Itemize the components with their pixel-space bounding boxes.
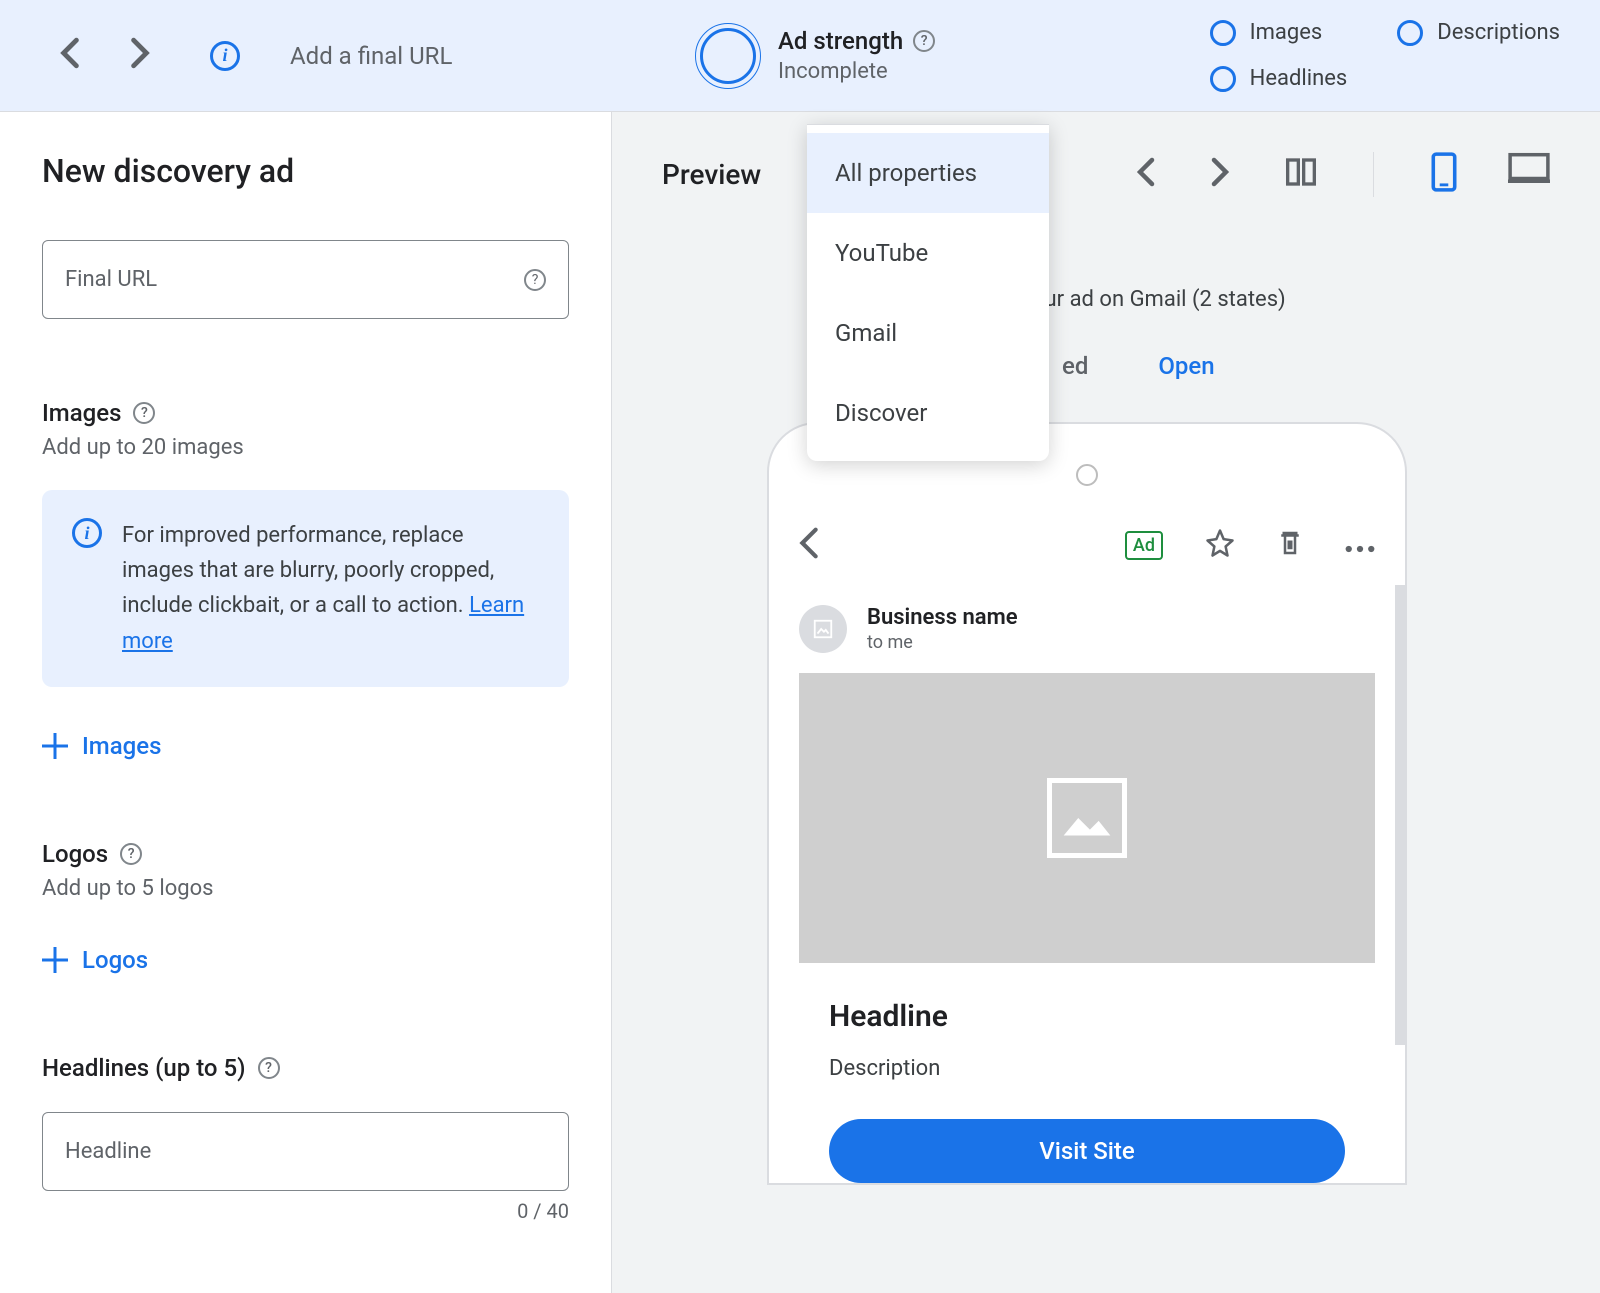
radio-icon	[1397, 20, 1423, 46]
radio-icon	[1210, 66, 1236, 92]
ad-strength-label: Ad strength ?	[778, 27, 935, 55]
ad-strength-checks: Images Descriptions Headlines	[1210, 20, 1560, 92]
preview-state-tabs: ed Open	[1062, 352, 1215, 380]
ad-hero-image-placeholder	[799, 673, 1375, 963]
help-icon[interactable]: ?	[120, 843, 142, 865]
check-images[interactable]: Images	[1210, 20, 1348, 46]
headlines-section-title: Headlines (up to 5)	[42, 1054, 246, 1082]
nav-forward-icon[interactable]	[130, 37, 150, 74]
check-images-label: Images	[1250, 20, 1323, 45]
sender-row: Business name to me	[799, 585, 1375, 673]
sender-name: Business name	[867, 605, 1018, 630]
add-images-label: Images	[82, 732, 161, 760]
check-headlines[interactable]: Headlines	[1210, 66, 1348, 92]
ad-strength-meter-icon	[700, 28, 756, 84]
dropdown-item-discover[interactable]: Discover	[807, 373, 1049, 453]
compare-view-icon[interactable]	[1285, 156, 1317, 193]
logos-section-title: Logos	[42, 840, 108, 868]
page-title: New discovery ad	[42, 152, 569, 190]
mobile-device-icon[interactable]	[1430, 152, 1458, 197]
tab-collapsed-partial[interactable]: ed	[1062, 352, 1088, 380]
dropdown-item-gmail[interactable]: Gmail	[807, 293, 1049, 373]
headline-char-count: 0 / 40	[42, 1199, 569, 1223]
check-descriptions-label: Descriptions	[1437, 20, 1560, 45]
help-icon[interactable]: ?	[913, 30, 935, 52]
logos-section: Logos ? Add up to 5 logos Logos	[42, 840, 569, 974]
image-placeholder-icon	[1047, 778, 1127, 858]
star-icon[interactable]	[1205, 528, 1235, 563]
images-info-box: i For improved performance, replace imag…	[42, 490, 569, 687]
headline-input[interactable]: Headline	[42, 1112, 569, 1191]
preview-context-text: our ad on Gmail (2 states)	[1032, 287, 1286, 312]
ad-description: Description	[829, 1056, 1345, 1081]
sender-avatar-icon	[799, 605, 847, 653]
email-back-icon[interactable]	[799, 526, 819, 565]
preview-panel: Preview	[612, 112, 1600, 1293]
headlines-section: Headlines (up to 5) ? Headline 0 / 40	[42, 1054, 569, 1223]
tab-open[interactable]: Open	[1158, 352, 1214, 380]
logos-section-sub: Add up to 5 logos	[42, 876, 569, 901]
preview-next-icon[interactable]	[1211, 157, 1229, 192]
ad-badge: Ad	[1125, 531, 1163, 560]
preview-prev-icon[interactable]	[1137, 157, 1155, 192]
ad-strength-block: Ad strength ? Incomplete	[700, 27, 935, 84]
images-section-sub: Add up to 20 images	[42, 435, 569, 460]
plus-icon	[42, 733, 68, 759]
headline-placeholder: Headline	[65, 1139, 151, 1164]
nav-arrows	[60, 37, 150, 74]
phone-mockup: Ad	[767, 422, 1407, 1185]
email-scrollbar[interactable]	[1395, 585, 1405, 1045]
phone-speaker-icon	[1076, 464, 1098, 486]
help-icon[interactable]: ?	[258, 1057, 280, 1079]
images-info-text: For improved performance, replace images…	[122, 523, 494, 618]
ad-strength-label-text: Ad strength	[778, 27, 903, 55]
plus-icon	[42, 947, 68, 973]
dropdown-item-all[interactable]: All properties	[807, 133, 1049, 213]
info-icon: i	[72, 518, 102, 548]
help-icon[interactable]: ?	[524, 269, 546, 291]
properties-dropdown[interactable]: All properties YouTube Gmail Discover	[807, 124, 1049, 461]
topbar-url-hint: Add a final URL	[290, 42, 452, 70]
nav-back-icon[interactable]	[60, 37, 80, 74]
visit-site-button[interactable]: Visit Site	[829, 1119, 1345, 1183]
info-icon[interactable]: i	[210, 41, 240, 71]
images-section: Images ? Add up to 20 images i For impro…	[42, 399, 569, 760]
add-logos-label: Logos	[82, 946, 148, 974]
images-section-title: Images	[42, 399, 121, 427]
ad-strength-value: Incomplete	[778, 59, 935, 84]
top-bar: i Add a final URL Ad strength ? Incomple…	[0, 0, 1600, 112]
add-images-button[interactable]: Images	[42, 732, 569, 760]
add-logos-button[interactable]: Logos	[42, 946, 569, 974]
desktop-device-icon[interactable]	[1508, 152, 1550, 197]
check-descriptions[interactable]: Descriptions	[1397, 20, 1560, 46]
ad-headline: Headline	[829, 999, 1345, 1034]
radio-icon	[1210, 20, 1236, 46]
final-url-input[interactable]: Final URL ?	[42, 240, 569, 319]
final-url-placeholder: Final URL	[65, 267, 157, 292]
dropdown-item-youtube[interactable]: YouTube	[807, 213, 1049, 293]
more-icon[interactable]	[1345, 534, 1375, 558]
check-headlines-label: Headlines	[1250, 66, 1348, 91]
delete-icon[interactable]	[1277, 528, 1303, 563]
left-panel: New discovery ad Final URL ? Images ? Ad…	[0, 112, 612, 1293]
help-icon[interactable]: ?	[133, 402, 155, 424]
sender-to: to me	[867, 632, 1018, 653]
preview-title: Preview	[662, 158, 761, 191]
